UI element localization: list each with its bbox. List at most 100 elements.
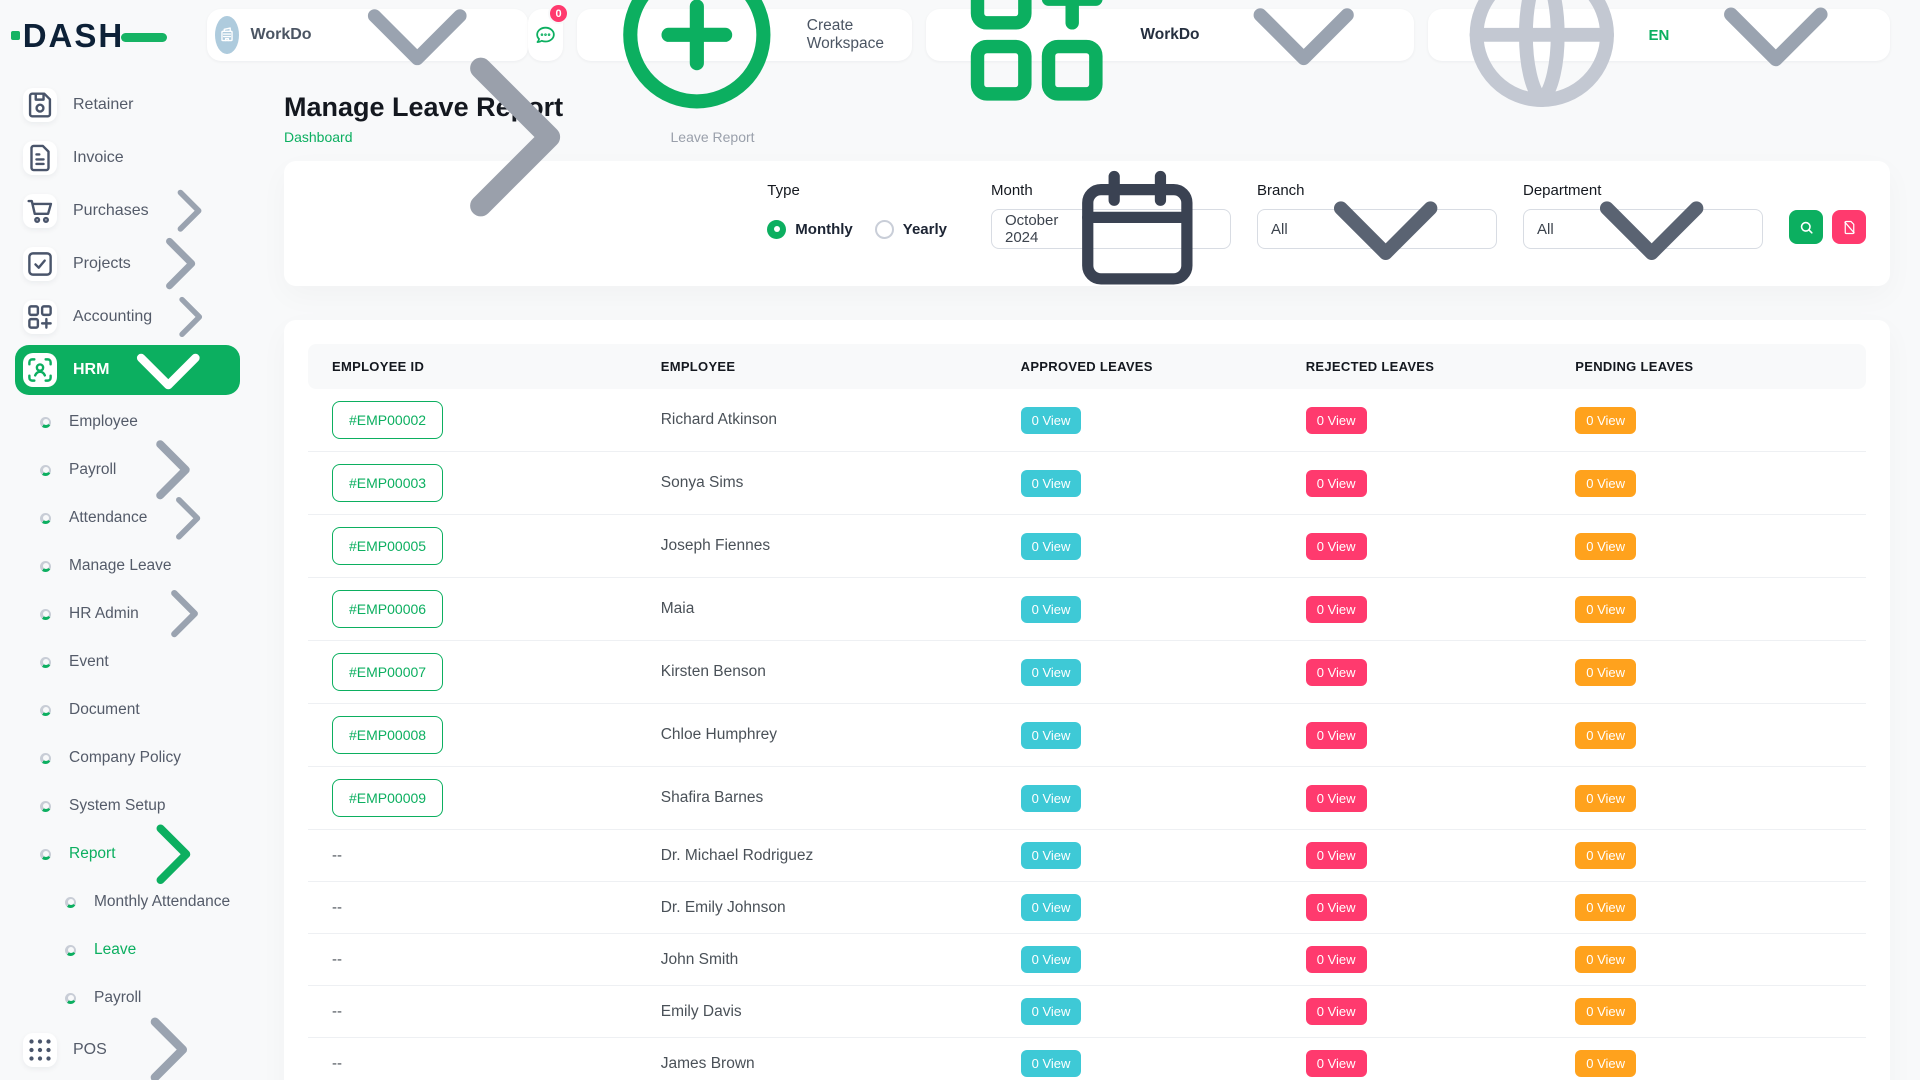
approved-view-badge[interactable]: 0 View: [1021, 407, 1082, 434]
radio-monthly[interactable]: Monthly: [767, 220, 853, 239]
breadcrumb-current: Leave Report: [671, 129, 755, 145]
rejected-view-badge[interactable]: 0 View: [1306, 596, 1367, 623]
sidebar-item-hr-admin[interactable]: HR Admin: [15, 590, 240, 638]
pending-view-badge[interactable]: 0 View: [1575, 596, 1636, 623]
approved-view-badge[interactable]: 0 View: [1021, 722, 1082, 749]
retainer-icon: [23, 88, 57, 122]
radio-monthly-label: Monthly: [795, 221, 853, 238]
sidebar-item-label: HRM: [73, 361, 109, 379]
sidebar-item-label: Report: [69, 845, 116, 863]
accounting-icon: [23, 300, 57, 334]
employee-id-badge[interactable]: #EMP00007: [332, 653, 443, 691]
employee-id-badge[interactable]: #EMP00006: [332, 590, 443, 628]
reset-button[interactable]: [1832, 210, 1866, 244]
rejected-view-badge[interactable]: 0 View: [1306, 722, 1367, 749]
rejected-view-badge[interactable]: 0 View: [1306, 659, 1367, 686]
brand-name: DASH: [23, 19, 125, 52]
workspace-menu-button[interactable]: WorkDo: [926, 9, 1414, 61]
pending-view-badge[interactable]: 0 View: [1575, 407, 1636, 434]
pending-view-badge[interactable]: 0 View: [1575, 722, 1636, 749]
approved-view-badge[interactable]: 0 View: [1021, 470, 1082, 497]
pending-view-badge[interactable]: 0 View: [1575, 785, 1636, 812]
rejected-view-badge[interactable]: 0 View: [1306, 470, 1367, 497]
rejected-view-badge[interactable]: 0 View: [1306, 407, 1367, 434]
rejected-view-badge[interactable]: 0 View: [1306, 894, 1367, 921]
employee-id-empty: --: [332, 847, 342, 864]
pending-view-badge[interactable]: 0 View: [1575, 998, 1636, 1025]
table-row: --Emily Davis0 View0 View0 View: [308, 986, 1866, 1038]
approved-view-badge[interactable]: 0 View: [1021, 596, 1082, 623]
rejected-view-badge[interactable]: 0 View: [1306, 998, 1367, 1025]
rejected-view-badge[interactable]: 0 View: [1306, 533, 1367, 560]
pending-view-badge[interactable]: 0 View: [1575, 533, 1636, 560]
approved-view-badge[interactable]: 0 View: [1021, 894, 1082, 921]
language-selector[interactable]: EN: [1428, 9, 1890, 61]
language-code: EN: [1649, 27, 1670, 44]
employee-name: Dr. Emily Johnson: [661, 899, 786, 916]
brand-logo[interactable]: DASH: [11, 19, 168, 52]
radio-yearly[interactable]: Yearly: [875, 220, 947, 239]
approved-view-badge[interactable]: 0 View: [1021, 998, 1082, 1025]
pending-view-badge[interactable]: 0 View: [1575, 946, 1636, 973]
column-pending-leaves: PENDING LEAVES: [1551, 344, 1866, 389]
sidebar-item-leave[interactable]: Leave: [15, 926, 240, 974]
rejected-view-badge[interactable]: 0 View: [1306, 946, 1367, 973]
employee-id-badge[interactable]: #EMP00002: [332, 401, 443, 439]
employee-id-badge[interactable]: #EMP00005: [332, 527, 443, 565]
approved-view-badge[interactable]: 0 View: [1021, 533, 1082, 560]
rejected-view-badge[interactable]: 0 View: [1306, 785, 1367, 812]
employee-name: Sonya Sims: [661, 474, 744, 491]
sidebar-item-retainer[interactable]: Retainer: [15, 80, 240, 130]
month-input[interactable]: October 2024: [991, 209, 1231, 249]
breadcrumb-dashboard-link[interactable]: Dashboard: [284, 129, 353, 145]
approved-view-badge[interactable]: 0 View: [1021, 1050, 1082, 1077]
workspace-switcher-label: WorkDo: [251, 26, 312, 44]
chevron-right-icon: [147, 478, 228, 559]
pending-view-badge[interactable]: 0 View: [1575, 659, 1636, 686]
pending-view-badge[interactable]: 0 View: [1575, 470, 1636, 497]
logo-dash-icon: [121, 33, 167, 42]
table-row: #EMP00005 Joseph Fiennes 0 View 0 View 0 Vie…: [308, 515, 1866, 578]
type-radio-group: Monthly Yearly: [767, 209, 947, 249]
employee-name: Dr. Michael Rodriguez: [661, 847, 813, 864]
pending-view-badge[interactable]: 0 View: [1575, 894, 1636, 921]
employee-name: Richard Atkinson: [661, 411, 777, 428]
bullet-icon: [65, 945, 76, 956]
leave-table-body: #EMP00002 Richard Atkinson 0 View 0 View 0 V…: [308, 389, 1866, 1080]
approved-view-badge[interactable]: 0 View: [1021, 842, 1082, 869]
sidebar-item-document[interactable]: Document: [15, 686, 240, 734]
branch-select[interactable]: All: [1257, 209, 1497, 249]
bullet-icon: [40, 465, 51, 476]
pending-view-badge[interactable]: 0 View: [1575, 842, 1636, 869]
logo-zone: DASH: [0, 19, 178, 52]
sidebar-item-report[interactable]: Report: [15, 830, 240, 878]
department-value: All: [1537, 221, 1554, 238]
approved-view-badge[interactable]: 0 View: [1021, 946, 1082, 973]
employee-name: Chloe Humphrey: [661, 726, 777, 743]
employee-id-badge[interactable]: #EMP00009: [332, 779, 443, 817]
approved-view-badge[interactable]: 0 View: [1021, 659, 1082, 686]
radio-checked-icon[interactable]: [767, 220, 786, 239]
bullet-icon: [40, 609, 51, 620]
rejected-view-badge[interactable]: 0 View: [1306, 842, 1367, 869]
sidebar-item-company-policy[interactable]: Company Policy: [15, 734, 240, 782]
employee-id-badge[interactable]: #EMP00003: [332, 464, 443, 502]
topbar: DASH WorkDo 0 Create Workspace WorkDo: [0, 0, 1920, 70]
pending-view-badge[interactable]: 0 View: [1575, 1050, 1636, 1077]
month-filter-group: Month October 2024: [991, 182, 1231, 249]
employee-name: Joseph Fiennes: [661, 537, 770, 554]
table-row: #EMP00007Kirsten Benson0 View0 View0 Vie…: [308, 641, 1866, 704]
sidebar-item-label: Payroll: [69, 461, 116, 479]
bullet-icon: [40, 657, 51, 668]
approved-view-badge[interactable]: 0 View: [1021, 785, 1082, 812]
employee-id-badge[interactable]: #EMP00008: [332, 716, 443, 754]
topbar-actions: 0 Create Workspace WorkDo EN: [528, 9, 1890, 61]
search-button[interactable]: [1789, 210, 1823, 244]
table-row: #EMP00009Shafira Barnes0 View0 View0 Vie…: [308, 767, 1866, 830]
leave-report-card: EMPLOYEE ID EMPLOYEE APPROVED LEAVES REJ…: [284, 320, 1890, 1080]
department-select[interactable]: All: [1523, 209, 1763, 249]
sidebar-item-hrm[interactable]: HRM: [15, 345, 240, 395]
sidebar-item-pos[interactable]: POS: [15, 1025, 240, 1075]
rejected-view-badge[interactable]: 0 View: [1306, 1050, 1367, 1077]
radio-unchecked-icon[interactable]: [875, 220, 894, 239]
